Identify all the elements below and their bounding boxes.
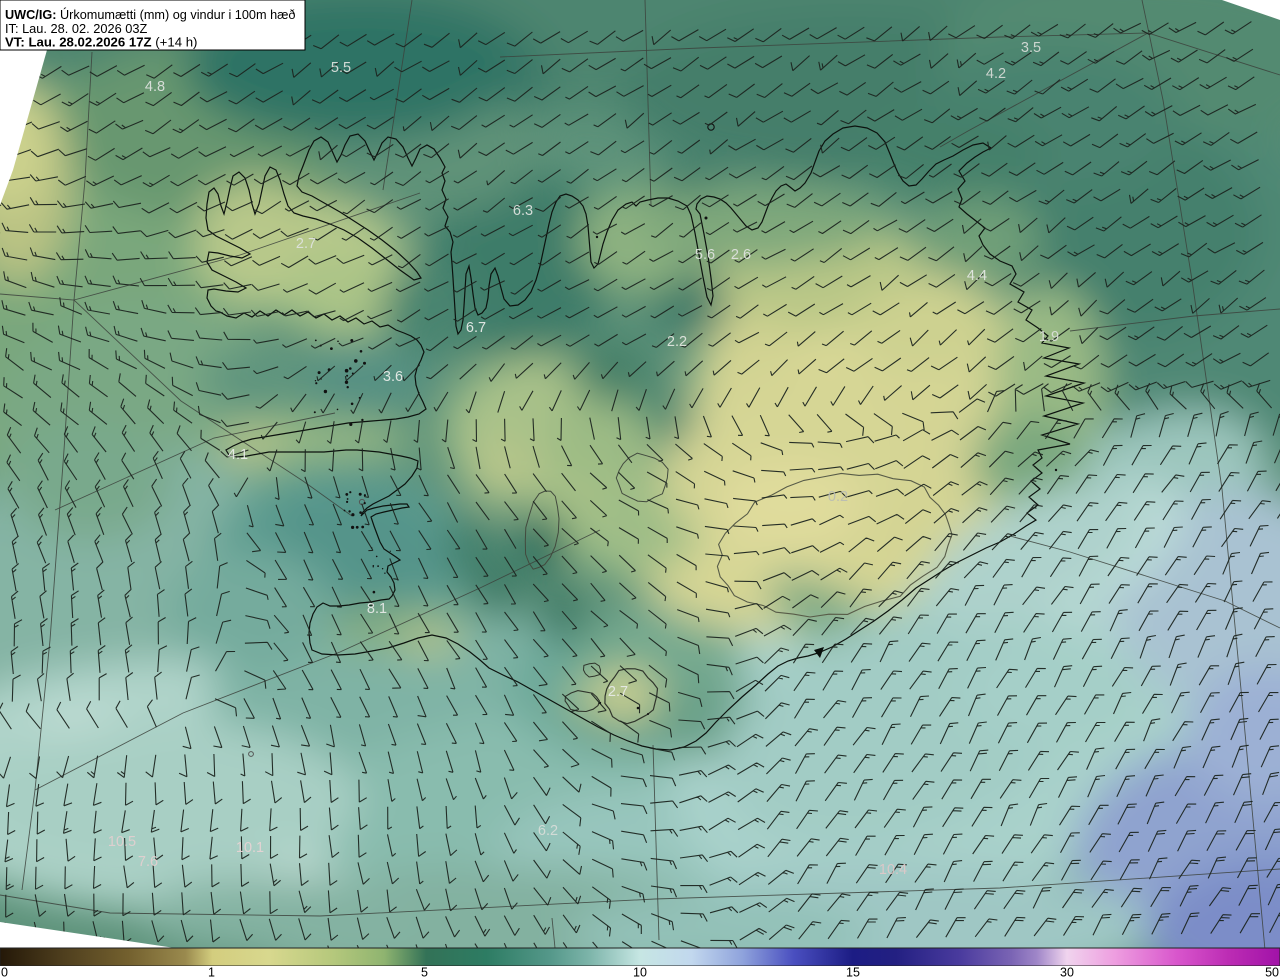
svg-text:3.6: 3.6 xyxy=(383,369,403,385)
svg-text:5.6: 5.6 xyxy=(695,247,715,263)
svg-text:10: 10 xyxy=(633,966,647,978)
svg-text:4.8: 4.8 xyxy=(145,79,165,95)
svg-text:5.5: 5.5 xyxy=(331,60,351,76)
svg-text:1: 1 xyxy=(208,966,215,978)
svg-text:50: 50 xyxy=(1265,966,1279,978)
svg-text:8.1: 8.1 xyxy=(367,601,387,617)
svg-text:UWC/IG: Úrkomumætti (mm) og vi: UWC/IG: Úrkomumætti (mm) og vindur i 100… xyxy=(5,7,295,22)
svg-text:3.5: 3.5 xyxy=(1021,40,1041,56)
svg-text:2.7: 2.7 xyxy=(296,236,316,252)
svg-text:4.4: 4.4 xyxy=(967,268,987,284)
svg-text:5: 5 xyxy=(421,966,428,978)
svg-text:10.5: 10.5 xyxy=(108,834,136,850)
svg-text:0.2: 0.2 xyxy=(828,489,848,505)
svg-text:VT: Lau. 28.02.2026 17Z (+14 h: VT: Lau. 28.02.2026 17Z (+14 h) xyxy=(5,35,197,50)
svg-text:4.2: 4.2 xyxy=(986,66,1006,82)
svg-text:7.6: 7.6 xyxy=(138,854,158,870)
svg-text:30: 30 xyxy=(1060,966,1074,978)
svg-text:10.4: 10.4 xyxy=(879,862,907,878)
svg-text:6.2: 6.2 xyxy=(538,823,558,839)
svg-text:15: 15 xyxy=(846,966,860,978)
svg-text:1.9: 1.9 xyxy=(1039,329,1059,345)
svg-text:4.1: 4.1 xyxy=(228,447,248,463)
svg-text:2.6: 2.6 xyxy=(731,247,751,263)
svg-text:2.2: 2.2 xyxy=(667,334,687,350)
svg-text:6.7: 6.7 xyxy=(466,320,486,336)
svg-text:2.7: 2.7 xyxy=(608,684,628,700)
svg-text:6.3: 6.3 xyxy=(513,203,533,219)
svg-text:10.1: 10.1 xyxy=(236,840,264,856)
svg-text:0: 0 xyxy=(1,966,8,978)
